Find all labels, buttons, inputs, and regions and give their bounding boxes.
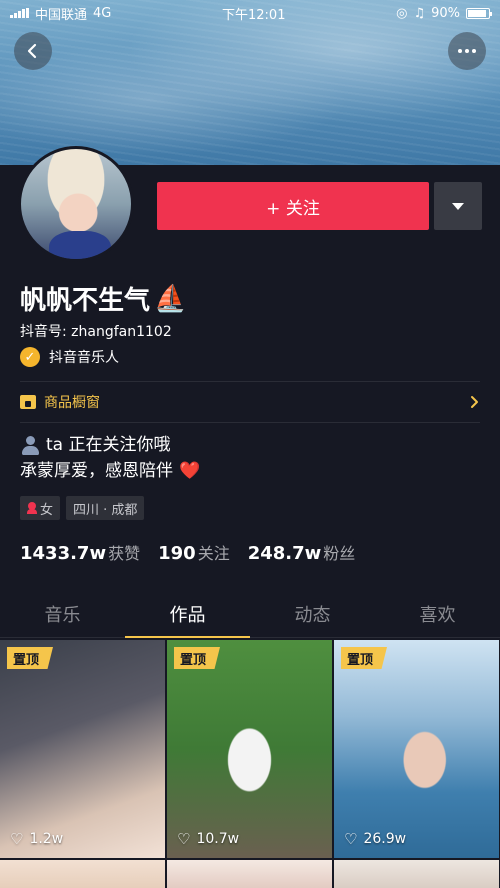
verification-label: 抖音音乐人: [49, 350, 119, 366]
pinned-badge: 置顶: [174, 647, 221, 669]
shop-label: 商品橱窗: [44, 395, 100, 411]
headphones-icon: ♫: [413, 5, 426, 21]
avatar[interactable]: [18, 146, 134, 262]
recommend-dropdown-button[interactable]: [434, 182, 482, 230]
video-thumbnail[interactable]: 置顶 ♡ 26.9w: [334, 640, 499, 858]
douyin-id: 抖音号: zhangfan1102: [20, 324, 172, 340]
profile-name: 帆帆不生气 ⛵: [20, 280, 186, 317]
female-icon: [27, 502, 37, 514]
clock: 下午12:01: [222, 7, 286, 23]
heart-outline-icon: ♡: [344, 830, 358, 848]
pinned-badge: 置顶: [341, 647, 388, 669]
video-thumbnail[interactable]: 置顶 ♡ 1.2w: [0, 640, 165, 858]
video-thumbnail[interactable]: [0, 860, 165, 888]
back-button[interactable]: [14, 32, 52, 70]
video-thumbnail[interactable]: [167, 860, 332, 888]
stat-likes: 1433.7w 获赞: [20, 543, 141, 564]
caret-down-icon: [452, 202, 464, 210]
content-tabs: 音乐 作品 动态 喜欢: [0, 596, 500, 638]
bio: ta 正在关注你哦 承蒙厚爱，感恩陪伴 ❤️: [20, 432, 200, 484]
stat-followers[interactable]: 248.7w 粉丝: [248, 540, 356, 564]
tab-music[interactable]: 音乐: [0, 596, 125, 637]
follow-button[interactable]: + 关注: [157, 182, 429, 230]
status-bar: 中国联通 4G 下午12:01 ◎ ♫ 90%: [0, 0, 500, 26]
pinned-badge: 置顶: [7, 647, 54, 669]
tab-dynamics[interactable]: 动态: [250, 596, 375, 637]
battery-icon: [466, 7, 492, 19]
chevron-left-icon: [27, 43, 37, 59]
profile-name-text: 帆帆不生气: [20, 286, 151, 316]
video-likes: ♡ 10.7w: [177, 830, 240, 848]
chevron-right-icon: [471, 396, 478, 408]
bio-line-2: 承蒙厚爱，感恩陪伴: [20, 461, 173, 481]
verification-row: ✓ 抖音音乐人: [20, 347, 119, 367]
bio-line-1: ta 正在关注你哦: [46, 435, 171, 455]
shop-icon: [20, 395, 36, 409]
heart-emoji: ❤️: [179, 461, 201, 481]
network-label: 4G: [93, 5, 112, 21]
video-thumbnail[interactable]: [334, 860, 499, 888]
tab-likes[interactable]: 喜欢: [375, 596, 500, 637]
video-grid: 置顶 ♡ 1.2w 置顶 ♡ 10.7w 置顶 ♡ 26.9w: [0, 640, 500, 888]
heart-outline-icon: ♡: [10, 830, 24, 848]
carrier-label: 中国联通: [35, 7, 88, 23]
video-likes: ♡ 1.2w: [10, 830, 64, 848]
verified-check-icon: ✓: [20, 347, 40, 367]
sailboat-emoji: ⛵: [154, 283, 187, 314]
heart-outline-icon: ♡: [177, 830, 191, 848]
more-options-button[interactable]: [448, 32, 486, 70]
follow-button-label: + 关注: [266, 198, 320, 219]
location-tag: 四川 · 成都: [66, 496, 145, 520]
more-dots-icon: [458, 49, 462, 53]
tab-works[interactable]: 作品: [125, 596, 250, 638]
lock-rotation-icon: ◎: [396, 5, 408, 21]
gender-tag: 女: [20, 496, 61, 520]
battery-percent: 90%: [431, 5, 460, 21]
shop-window-row[interactable]: 商品橱窗: [20, 381, 480, 423]
video-likes: ♡ 26.9w: [344, 830, 407, 848]
signal-icon: [10, 8, 29, 18]
profile-stats: 1433.7w 获赞 190 关注 248.7w 粉丝: [20, 540, 355, 564]
video-thumbnail[interactable]: 置顶 ♡ 10.7w: [167, 640, 332, 858]
profile-tags: 女 四川 · 成都: [20, 496, 145, 520]
person-icon: [20, 435, 40, 455]
stat-following[interactable]: 190 关注: [158, 540, 230, 564]
